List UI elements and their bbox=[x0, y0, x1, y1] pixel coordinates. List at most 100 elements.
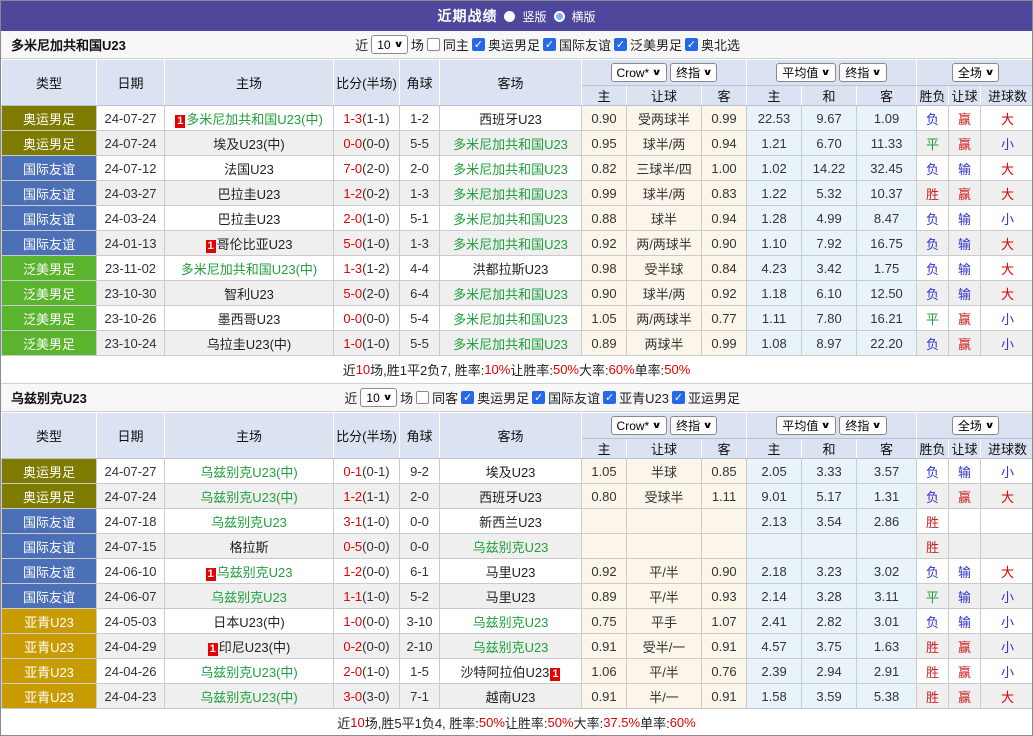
away-team: 西班牙U23 bbox=[440, 106, 582, 131]
result-win-draw-loss: 负 bbox=[917, 331, 949, 356]
away-team: 乌兹别克U23 bbox=[440, 534, 582, 559]
summary-segment: 50% bbox=[548, 715, 574, 730]
league-checkbox-3[interactable]: ✓ bbox=[685, 38, 698, 51]
home-team: 巴拉圭U23 bbox=[165, 181, 334, 206]
final-index-select-1[interactable]: 终指∨ bbox=[670, 63, 717, 82]
avg-draw-odds: 3.28 bbox=[802, 584, 857, 609]
avg-home-odds: 2.14 bbox=[747, 584, 802, 609]
away-team-name: 乌兹别克U23 bbox=[473, 640, 549, 655]
away-team: 埃及U23 bbox=[440, 459, 582, 484]
home-team-name: 墨西哥U23 bbox=[218, 312, 281, 327]
full-time-score: 1-1 bbox=[343, 589, 362, 604]
league-checkbox-2[interactable]: ✓ bbox=[614, 38, 627, 51]
horizontal-layout-radio[interactable] bbox=[554, 11, 565, 22]
score: 1-2(0-0) bbox=[334, 559, 400, 584]
games-label: 场 bbox=[411, 35, 424, 54]
bookmaker-select[interactable]: Crow*∨ bbox=[611, 63, 667, 82]
score: 5-0(2-0) bbox=[334, 281, 400, 306]
handicap-away-odds: 1.11 bbox=[702, 484, 747, 509]
match-count-select[interactable]: 10∨ bbox=[371, 35, 408, 54]
red-card-badge: 1 bbox=[175, 115, 185, 128]
league-checkbox-2[interactable]: ✓ bbox=[603, 391, 616, 404]
col-header-2: 主场 bbox=[165, 413, 334, 459]
avg-draw-odds: 6.10 bbox=[802, 281, 857, 306]
away-team: 马里U23 bbox=[440, 559, 582, 584]
result-win-draw-loss: 负 bbox=[917, 484, 949, 509]
final-index-select-1[interactable]: 终指∨ bbox=[670, 416, 717, 435]
avg-draw-odds: 5.32 bbox=[802, 181, 857, 206]
avg-draw-odds: 8.97 bbox=[802, 331, 857, 356]
match-type-badge: 国际友谊 bbox=[2, 181, 97, 206]
handicap-home-odds: 0.88 bbox=[582, 206, 627, 231]
final-index-select-2[interactable]: 终指∨ bbox=[839, 416, 886, 435]
half-time-score: (2-0) bbox=[362, 286, 389, 301]
handicap-home-odds: 1.05 bbox=[582, 306, 627, 331]
full-time-score: 7-0 bbox=[343, 161, 362, 176]
bookmaker-select[interactable]: Crow*∨ bbox=[611, 416, 667, 435]
average-select[interactable]: 平均值∨ bbox=[776, 63, 835, 82]
away-team: 新西兰U23 bbox=[440, 509, 582, 534]
sub-col-header-5: 客 bbox=[857, 439, 917, 459]
avg-home-odds: 1.28 bbox=[747, 206, 802, 231]
half-time-score: (0-0) bbox=[362, 639, 389, 654]
league-checkbox-1[interactable]: ✓ bbox=[532, 391, 545, 404]
same-venue-checkbox[interactable] bbox=[427, 38, 440, 51]
same-venue-checkbox[interactable] bbox=[416, 391, 429, 404]
away-team: 多米尼加共和国U23 bbox=[440, 231, 582, 256]
handicap-home-odds: 0.90 bbox=[582, 106, 627, 131]
summary-segment: 50% bbox=[479, 715, 505, 730]
sub-col-header-4: 和 bbox=[802, 86, 857, 106]
result-handicap: 赢 bbox=[949, 131, 981, 156]
away-team: 西班牙U23 bbox=[440, 484, 582, 509]
handicap-home-odds: 0.92 bbox=[582, 559, 627, 584]
scope-select[interactable]: 全场∨ bbox=[952, 416, 999, 435]
avg-away-odds: 22.20 bbox=[857, 331, 917, 356]
handicap-away-odds: 0.91 bbox=[702, 634, 747, 659]
match-row: 国际友谊24-07-15格拉斯0-5(0-0)0-0乌兹别克U23胜 bbox=[2, 534, 1033, 559]
result-win-draw-loss: 胜 bbox=[917, 684, 949, 709]
home-team: 1哥伦比亚U23 bbox=[165, 231, 334, 256]
near-label: 近 bbox=[355, 35, 368, 54]
section-header: 多米尼加共和国U23近10∨场同主✓奥运男足✓国际友谊✓泛美男足✓奥北选 bbox=[1, 31, 1032, 59]
match-date: 24-03-24 bbox=[97, 206, 165, 231]
match-row: 国际友谊24-06-07乌兹别克U231-1(1-0)5-2马里U230.89平… bbox=[2, 584, 1033, 609]
league-label-0: 奥运男足 bbox=[477, 388, 529, 407]
avg-home-odds: 1.21 bbox=[747, 131, 802, 156]
avg-home-odds: 1.11 bbox=[747, 306, 802, 331]
avg-away-odds: 1.09 bbox=[857, 106, 917, 131]
vertical-layout-radio[interactable] bbox=[504, 11, 515, 22]
league-checkbox-0[interactable]: ✓ bbox=[472, 38, 485, 51]
away-team: 多米尼加共和国U23 bbox=[440, 181, 582, 206]
chevron-down-icon: ∨ bbox=[382, 392, 392, 403]
handicap-home-odds: 0.75 bbox=[582, 609, 627, 634]
away-team: 马里U23 bbox=[440, 584, 582, 609]
home-team-name: 乌拉圭U23(中) bbox=[207, 337, 292, 352]
summary-segment: 10 bbox=[350, 715, 364, 730]
result-win-draw-loss: 胜 bbox=[917, 181, 949, 206]
half-time-score: (1-0) bbox=[362, 211, 389, 226]
scope-select[interactable]: 全场∨ bbox=[952, 63, 999, 82]
result-goals: 小 bbox=[981, 659, 1033, 684]
team-sections: 多米尼加共和国U23近10∨场同主✓奥运男足✓国际友谊✓泛美男足✓奥北选类型日期… bbox=[1, 31, 1032, 736]
avg-away-odds: 3.01 bbox=[857, 609, 917, 634]
league-checkbox-0[interactable]: ✓ bbox=[461, 391, 474, 404]
corner-score: 5-4 bbox=[400, 306, 440, 331]
avg-home-odds: 4.57 bbox=[747, 634, 802, 659]
home-team-name: 智利U23 bbox=[224, 287, 274, 302]
match-type-badge: 泛美男足 bbox=[2, 306, 97, 331]
average-select[interactable]: 平均值∨ bbox=[776, 416, 835, 435]
handicap-away-odds: 0.76 bbox=[702, 659, 747, 684]
final-index-select-2[interactable]: 终指∨ bbox=[839, 63, 886, 82]
result-win-draw-loss: 负 bbox=[917, 106, 949, 131]
section-summary: 近10场,胜5平1负4, 胜率:50% 让胜率:50% 大率:37.5% 单率:… bbox=[1, 709, 1032, 736]
match-row: 国际友谊24-07-12法国U237-0(2-0)2-0多米尼加共和国U230.… bbox=[2, 156, 1033, 181]
half-time-score: (3-0) bbox=[362, 689, 389, 704]
half-time-score: (0-0) bbox=[362, 136, 389, 151]
handicap-line: 三球半/四 bbox=[627, 156, 702, 181]
league-checkbox-3[interactable]: ✓ bbox=[672, 391, 685, 404]
score: 3-1(1-0) bbox=[334, 509, 400, 534]
league-checkbox-1[interactable]: ✓ bbox=[543, 38, 556, 51]
full-time-score: 3-1 bbox=[343, 514, 362, 529]
match-count-select[interactable]: 10∨ bbox=[360, 388, 397, 407]
match-type-badge: 亚青U23 bbox=[2, 684, 97, 709]
